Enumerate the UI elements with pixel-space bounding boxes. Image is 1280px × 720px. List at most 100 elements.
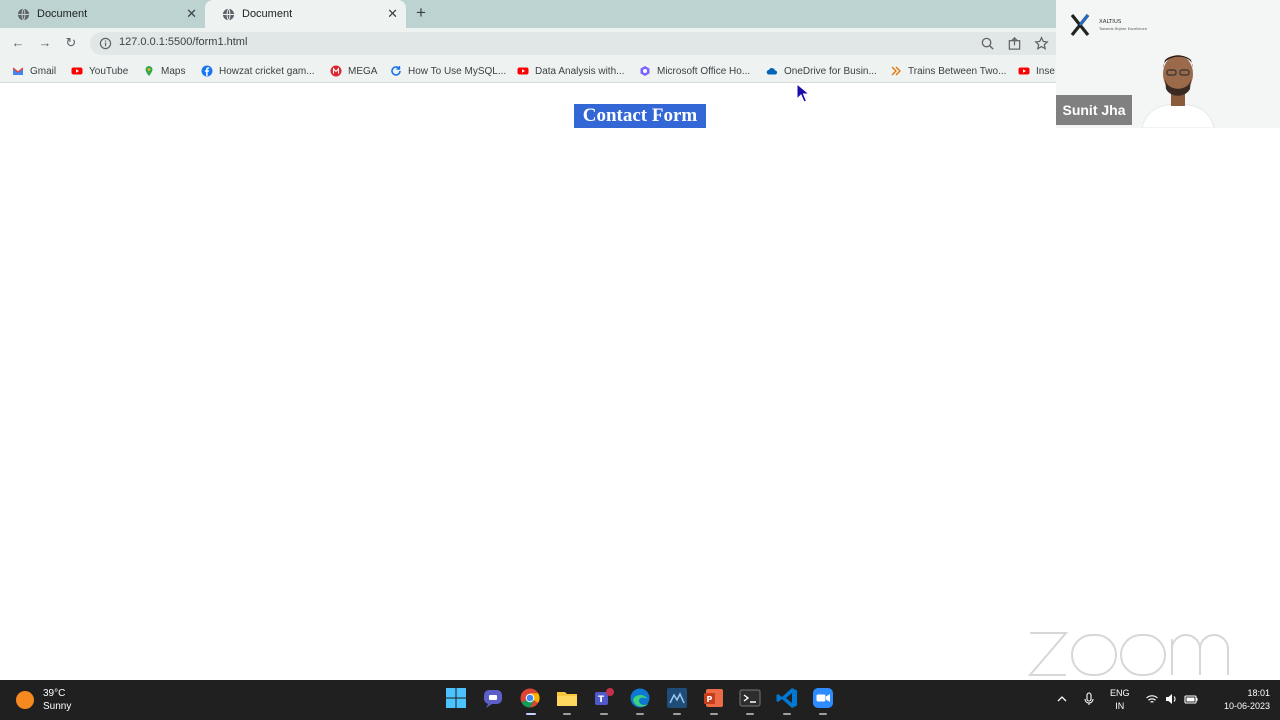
svg-text:XALTIUS: XALTIUS xyxy=(1099,19,1122,25)
bookmark-label: How To Use MySQL... xyxy=(408,65,507,77)
microphone-icon[interactable] xyxy=(1082,692,1096,706)
xaltius-logo: XALTIUS Towards Higher Excellence xyxy=(1070,14,1148,36)
youtube-icon xyxy=(1018,67,1030,75)
edge-icon[interactable] xyxy=(629,687,651,709)
windows-start-icon[interactable] xyxy=(445,687,467,709)
vscode-icon[interactable] xyxy=(776,687,798,709)
running-indicator xyxy=(819,713,827,715)
speaker-name-label: Sunit Jha xyxy=(1056,95,1132,125)
facebook-icon xyxy=(201,65,213,77)
file-explorer-icon[interactable] xyxy=(556,687,578,709)
microsoft-teams-icon[interactable]: T xyxy=(593,687,615,709)
bookmark-data-analysis[interactable]: Data Analysis with... xyxy=(517,64,624,78)
running-indicator xyxy=(636,713,644,715)
zoom-magnifier-icon[interactable] xyxy=(980,36,995,51)
bookmark-label: YouTube xyxy=(89,65,129,77)
back-arrow-icon[interactable]: ← xyxy=(10,35,26,51)
bookmark-onedrive[interactable]: OneDrive for Busin... xyxy=(766,64,877,78)
trains-icon xyxy=(891,66,901,76)
close-tab-icon[interactable]: ✕ xyxy=(186,6,197,22)
battery-icon[interactable] xyxy=(1184,692,1198,706)
terminal-icon[interactable] xyxy=(739,687,761,709)
svg-text:T: T xyxy=(598,695,605,705)
bookmark-label: Data Analysis with... xyxy=(535,65,625,77)
volume-icon[interactable] xyxy=(1164,692,1178,706)
mega-icon xyxy=(330,65,342,77)
bookmarks-bar: Gmail YouTube Maps Howzat cricket gam...… xyxy=(0,58,1056,83)
bookmark-label: Maps xyxy=(161,65,186,77)
url-text[interactable]: 127.0.0.1:5500/form1.html xyxy=(119,36,247,48)
bookmark-label: Trains Between Two... xyxy=(908,65,1007,77)
tab-strip: Document ✕ Document ✕ + xyxy=(0,0,1056,28)
share-icon[interactable] xyxy=(1007,36,1022,51)
system-clock[interactable]: 18:01 10-06-2023 xyxy=(1208,687,1270,713)
browser-tab[interactable]: Document ✕ xyxy=(0,0,205,28)
sun-icon xyxy=(16,691,34,709)
tab-title: Document xyxy=(37,8,88,20)
maps-icon xyxy=(145,66,153,76)
onedrive-icon xyxy=(766,68,777,75)
svg-text:P: P xyxy=(707,695,713,704)
page-heading-selected: Contact Form xyxy=(574,104,706,128)
chrome-active-indicator xyxy=(526,713,536,715)
new-tab-button[interactable]: + xyxy=(416,4,426,22)
clock-time: 18:01 xyxy=(1247,688,1270,698)
running-indicator xyxy=(783,713,791,715)
bookmark-star-icon[interactable] xyxy=(1034,36,1049,51)
language-indicator[interactable]: ENG IN xyxy=(1110,687,1130,713)
bookmark-trains[interactable]: Trains Between Two... xyxy=(890,64,1006,78)
bookmark-label: MEGA xyxy=(348,65,378,77)
forward-arrow-icon[interactable]: → xyxy=(37,35,53,51)
bookmark-office[interactable]: Microsoft Office Ho... xyxy=(639,64,750,78)
bookmark-mysql[interactable]: How To Use MySQL... xyxy=(390,64,506,78)
bookmark-label: Gmail xyxy=(30,65,57,77)
running-indicator xyxy=(673,713,681,715)
refresh-blue-icon xyxy=(391,66,401,76)
running-indicator xyxy=(710,713,718,715)
teams-chat-icon[interactable] xyxy=(482,687,504,709)
close-tab-icon[interactable]: ✕ xyxy=(387,6,398,22)
chrome-icon[interactable] xyxy=(519,687,541,709)
bookmark-youtube[interactable]: YouTube xyxy=(71,64,128,78)
wifi-icon[interactable] xyxy=(1145,692,1159,706)
chevron-up-icon[interactable] xyxy=(1055,692,1069,706)
running-indicator xyxy=(746,713,754,715)
running-indicator xyxy=(563,713,571,715)
weather-description: Sunny xyxy=(43,701,72,712)
region-code: IN xyxy=(1115,701,1125,711)
youtube-icon xyxy=(517,67,529,75)
weather-widget[interactable]: 39°C Sunny xyxy=(16,686,71,714)
office-icon xyxy=(640,66,650,76)
powerpoint-icon[interactable]: P xyxy=(703,687,725,709)
globe-icon xyxy=(17,8,30,20)
language-code: ENG xyxy=(1110,688,1130,698)
bookmark-maps[interactable]: Maps xyxy=(143,64,185,78)
bookmark-mega[interactable]: MEGA xyxy=(330,64,377,78)
browser-tab-active[interactable]: Document ✕ xyxy=(205,0,406,28)
globe-icon xyxy=(222,8,235,20)
browser-toolbar: ← → ↻ 127.0.0.1:5500/form1.html xyxy=(0,28,1056,58)
tab-title: Document xyxy=(242,8,293,20)
zoom-watermark-logo xyxy=(1027,632,1229,676)
svg-text:Towards Higher Excellence: Towards Higher Excellence xyxy=(1098,27,1148,31)
taskbar: 39°C Sunny T P ENG IN 18:01 10-06-2023 xyxy=(0,680,1280,720)
weather-temperature: 39°C xyxy=(43,688,66,699)
bookmark-howzat[interactable]: Howzat cricket gam... xyxy=(201,64,315,78)
bookmark-label: Microsoft Office Ho... xyxy=(657,65,751,77)
running-indicator xyxy=(600,713,608,715)
bookmark-inse[interactable]: Inse xyxy=(1018,64,1055,78)
mouse-cursor-icon xyxy=(796,83,810,103)
gmail-icon xyxy=(12,67,24,75)
bookmark-label: Howzat cricket gam... xyxy=(219,65,315,77)
bookmark-label: OneDrive for Busin... xyxy=(784,65,877,77)
address-bar[interactable]: 127.0.0.1:5500/form1.html xyxy=(90,32,1056,55)
youtube-icon xyxy=(71,67,83,75)
bookmark-label: Inse xyxy=(1036,65,1055,77)
clock-date: 10-06-2023 xyxy=(1223,701,1270,711)
mysql-workbench-icon[interactable] xyxy=(666,687,688,709)
speaker-video xyxy=(1141,55,1215,128)
info-icon[interactable] xyxy=(99,37,112,50)
zoom-app-icon[interactable] xyxy=(812,687,834,709)
bookmark-gmail[interactable]: Gmail xyxy=(12,64,56,78)
reload-icon[interactable]: ↻ xyxy=(63,35,79,51)
